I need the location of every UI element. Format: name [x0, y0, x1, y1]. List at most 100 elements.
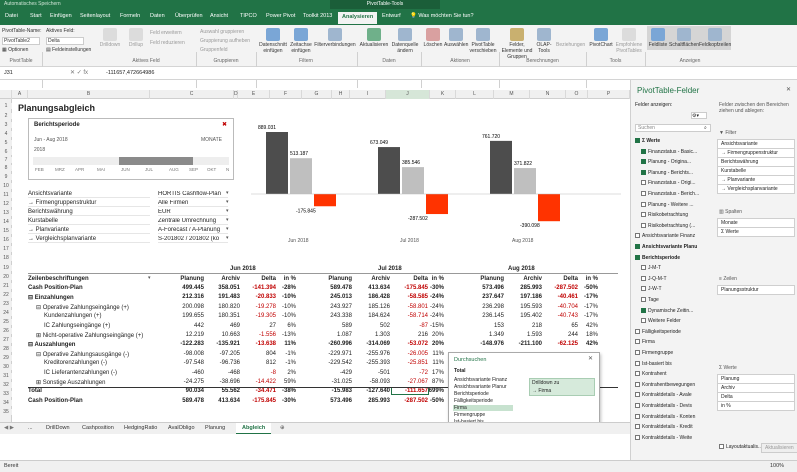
row-number[interactable]: 28 — [0, 346, 12, 352]
pivot-cell[interactable]: -122.283 — [170, 341, 204, 347]
field-tree-item[interactable]: Ist-basiert bis — [635, 360, 672, 367]
pivot-cell[interactable]: 199.655 — [170, 313, 204, 319]
pivot-cell[interactable]: 184.624 — [354, 313, 390, 319]
change-datasource-button[interactable]: Datenquelle ändern — [390, 28, 420, 54]
timeline-slicer[interactable]: Berichtsperiode ✖ Jun - Aug 2018 MONATE … — [28, 118, 234, 180]
pivot-cell[interactable]: -26.005 — [392, 351, 428, 357]
col-header[interactable]: L — [456, 90, 494, 99]
pane-close-icon[interactable]: ✕ — [786, 86, 791, 93]
pivot-cell[interactable]: -40.461 — [544, 294, 578, 300]
timeline-selection[interactable] — [119, 157, 193, 165]
pivot-cell[interactable]: -58.585 — [392, 294, 428, 300]
row-number[interactable]: 8 — [0, 165, 12, 171]
add-sheet-icon[interactable]: ⊕ — [280, 425, 285, 431]
defer-update-checkbox[interactable]: Layoutaktualis... — [719, 444, 762, 450]
pivot-cell[interactable]: -24% — [424, 313, 444, 319]
field-checkbox[interactable] — [635, 413, 640, 419]
pivot-cell[interactable]: -27.067 — [392, 379, 428, 385]
sheet-tab[interactable]: ... — [28, 425, 33, 431]
pivot-cell[interactable]: 18% — [580, 332, 598, 338]
pivot-cell[interactable]: -229.971 — [318, 351, 352, 357]
filter-dropdown-icon[interactable]: ▾ — [148, 275, 151, 281]
pivot-cell[interactable]: -31.025 — [318, 379, 352, 385]
field-tree-item[interactable]: Planung - Origina... — [641, 159, 691, 165]
tab-page-layout[interactable]: Seitenlayout — [80, 13, 110, 19]
sheet-tab[interactable]: DrillDown — [46, 425, 70, 431]
pivot-cell[interactable]: -1% — [278, 360, 296, 366]
pivot-row-label[interactable]: Kreditorenzahlungen (-) — [44, 360, 107, 366]
field-tree-item[interactable]: J-W-T — [641, 286, 662, 292]
tab-design[interactable]: Entwurf — [382, 13, 401, 19]
pivot-row-label[interactable]: ⊟ Operative Zahlungsausgänge (-) — [36, 351, 129, 358]
pivot-cell[interactable]: -175.845 — [392, 285, 428, 291]
row-number[interactable]: 9 — [0, 174, 12, 180]
select-button[interactable]: Auswählen — [444, 28, 468, 48]
col-header[interactable]: F — [270, 90, 302, 99]
pivot-cell[interactable]: 243.338 — [318, 313, 352, 319]
pivot-row-label[interactable]: ⊟ Operative Zahlungseingänge (+) — [36, 304, 129, 311]
row-number[interactable]: 2 — [0, 113, 12, 119]
pivot-cell[interactable]: -38.696 — [206, 379, 240, 385]
field-checkbox[interactable] — [635, 254, 640, 260]
row-number[interactable]: 33 — [0, 391, 12, 397]
pivot-cell[interactable]: 499.445 — [170, 285, 204, 291]
pivot-row-label[interactable]: Total — [28, 388, 42, 394]
archiv-bar[interactable] — [290, 158, 312, 194]
field-tree-item[interactable]: Ansichtsvariante Planu — [635, 244, 697, 250]
field-checkbox[interactable] — [635, 233, 640, 239]
col-header-selected[interactable]: J — [386, 90, 430, 99]
field-list-button[interactable]: Feldliste — [647, 26, 669, 50]
pivot-cell[interactable]: -255.976 — [354, 351, 390, 357]
field-tree-item[interactable]: Tage — [641, 297, 659, 303]
scroll-left-icon[interactable]: ◀ ▶ — [4, 425, 14, 431]
pivot-cell[interactable]: -15.983 — [318, 388, 352, 394]
close-icon[interactable]: ✕ — [588, 355, 593, 362]
pivot-cell[interactable]: -148.976 — [468, 341, 504, 347]
pivot-cell[interactable]: -19.278 — [242, 304, 276, 310]
pivot-cell[interactable]: -8 — [242, 370, 276, 376]
row-number[interactable]: 20 — [0, 274, 12, 280]
tab-power-pivot[interactable]: Power Pivot — [266, 13, 295, 19]
popup-field-item[interactable]: Ansichtsvariante Planur — [453, 384, 513, 390]
autosave-label[interactable]: Automatisches Speichern — [4, 1, 61, 7]
field-tree-item[interactable]: Finanzstatus - Origi... — [641, 180, 696, 186]
field-checkbox[interactable] — [635, 424, 640, 430]
pivot-cell[interactable]: 502 — [354, 323, 390, 329]
tab-home[interactable]: Start — [30, 13, 42, 19]
pivot-cell[interactable]: -53.072 — [392, 341, 428, 347]
pivot-cell[interactable]: 20% — [424, 341, 444, 347]
clear-filter-icon[interactable]: ✖ — [222, 121, 227, 128]
field-tree-item[interactable]: J-M-T — [641, 265, 661, 271]
filter-value[interactable]: EUR — [158, 209, 228, 216]
col-header[interactable]: O — [566, 90, 588, 99]
pivot-cell[interactable]: -17% — [580, 294, 598, 300]
field-tree-item[interactable]: Ansichtsvariante Finanz — [635, 233, 695, 239]
field-checkbox[interactable] — [641, 286, 646, 292]
row-number[interactable]: 23 — [0, 301, 12, 307]
pivot-cell[interactable]: -98.008 — [170, 351, 204, 357]
clear-button[interactable]: Löschen — [422, 28, 444, 48]
field-checkbox[interactable] — [635, 371, 640, 377]
pivot-cell[interactable]: 237.647 — [468, 294, 504, 300]
pivot-cell[interactable]: -97.205 — [206, 351, 240, 357]
row-number[interactable]: 26 — [0, 328, 12, 334]
field-checkbox[interactable] — [635, 328, 640, 334]
row-number[interactable]: 6 — [0, 149, 12, 155]
pivot-cell[interactable]: 699% — [424, 388, 444, 394]
pivot-cell[interactable]: 442 — [170, 323, 204, 329]
popup-field-item[interactable]: Firma — [453, 405, 513, 411]
delta-bar[interactable] — [426, 194, 448, 215]
filter-dropdown-icon[interactable]: ▾ — [226, 235, 229, 241]
col-header[interactable]: H — [332, 90, 350, 99]
field-tree-item[interactable]: Kontrahent — [635, 371, 666, 377]
row-number[interactable]: 30 — [0, 364, 12, 370]
pivot-row-label[interactable]: Kundenzahlungen (+) — [44, 313, 102, 319]
row-number[interactable]: 29 — [0, 355, 12, 361]
delta-bar[interactable] — [314, 194, 336, 207]
pivot-cell[interactable]: 243.927 — [318, 304, 352, 310]
field-headers-toggle[interactable]: Feldkopfzeilen — [699, 26, 731, 50]
field-checkbox[interactable] — [635, 403, 640, 408]
pivot-cell[interactable]: -1.556 — [242, 332, 276, 338]
pivot-cell[interactable]: 1.349 — [468, 332, 504, 338]
field-tree-item[interactable]: Σ Werte — [635, 138, 660, 144]
